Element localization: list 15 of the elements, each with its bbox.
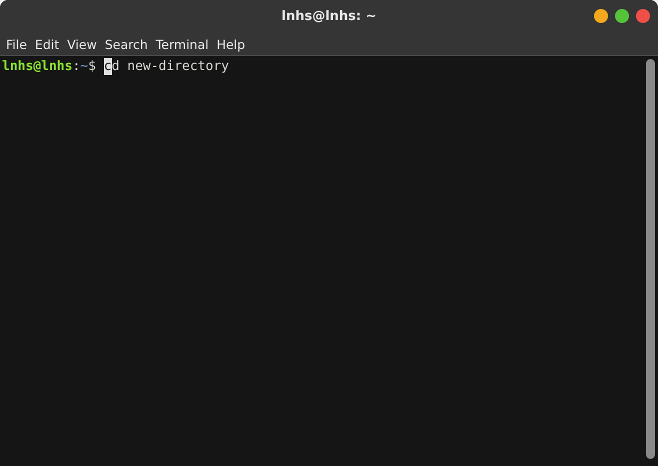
scrollbar-thumb[interactable]	[646, 59, 655, 459]
prompt-user-host: lnhs@lnhs	[2, 58, 72, 75]
menu-item[interactable]: Edit	[30, 36, 64, 52]
prompt-separator: :	[72, 58, 80, 75]
window-title: lnhs@lnhs: ~	[281, 9, 377, 24]
menu-item[interactable]: Terminal	[152, 36, 213, 52]
minimize-button[interactable]	[594, 9, 608, 23]
menu-item[interactable]: Help	[212, 36, 250, 52]
menu-item[interactable]: File	[2, 36, 31, 52]
menu-item[interactable]: Search	[100, 36, 152, 52]
prompt-symbol: $	[88, 58, 96, 75]
close-button[interactable]	[636, 9, 650, 23]
prompt-path: ~	[80, 58, 88, 75]
menu-item[interactable]: View	[63, 36, 101, 52]
maximize-button[interactable]	[615, 9, 629, 23]
